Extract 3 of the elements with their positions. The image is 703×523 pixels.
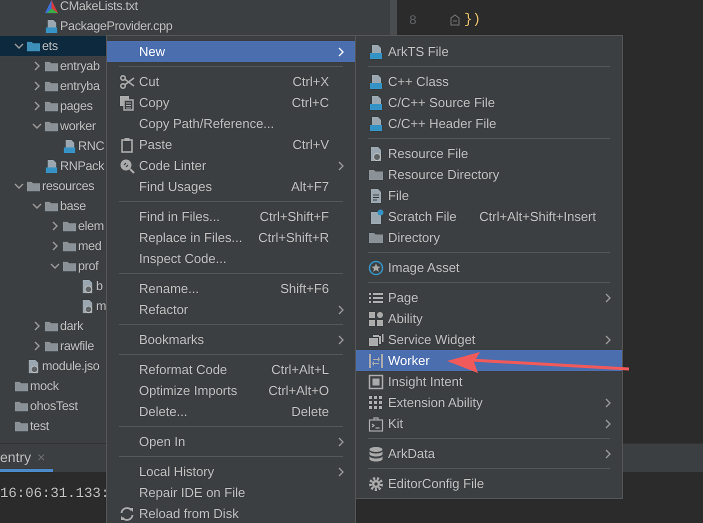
code-text: }) <box>464 12 481 28</box>
line-number: 8 <box>408 12 418 28</box>
console-line: 16:06:31.133: <box>0 486 110 502</box>
